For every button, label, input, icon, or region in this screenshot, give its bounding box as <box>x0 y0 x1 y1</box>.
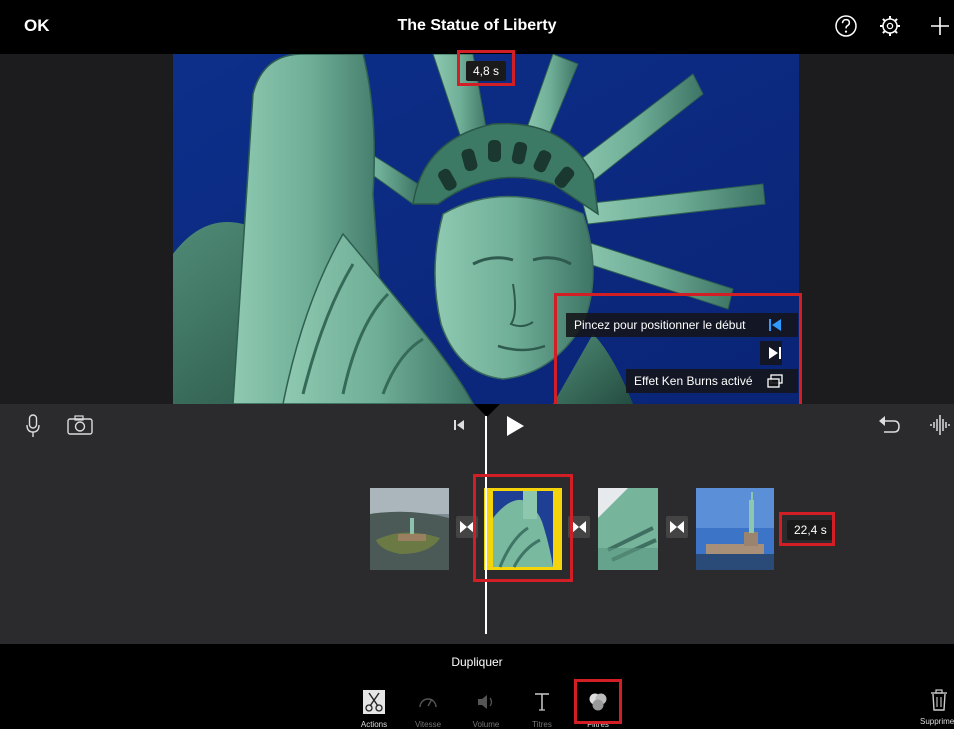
camera-icon[interactable] <box>66 414 94 436</box>
playhead-notch <box>474 404 500 417</box>
tool-titles[interactable]: Titres <box>512 690 572 729</box>
trash-icon <box>931 689 947 711</box>
delete-button[interactable]: Supprimer <box>920 688 954 726</box>
tool-speed-label: Vitesse <box>414 720 442 729</box>
tool-actions[interactable]: Actions <box>344 690 404 729</box>
highlight-box-time <box>457 50 515 86</box>
play-icon[interactable] <box>503 413 527 439</box>
transition-icon[interactable] <box>666 516 688 538</box>
speedometer-icon <box>419 698 437 708</box>
clip-thumbnail-tablet[interactable] <box>598 488 658 570</box>
highlight-box-filters <box>574 679 622 724</box>
tool-actions-label: Actions <box>360 720 388 729</box>
speaker-icon <box>478 695 493 709</box>
tool-volume-label: Volume <box>472 720 500 729</box>
tool-speed[interactable]: Vitesse <box>398 690 458 729</box>
highlight-box-duration <box>779 512 835 546</box>
clip-thumbnail-island[interactable] <box>370 488 449 570</box>
tool-titles-label: Titres <box>532 720 552 729</box>
highlight-box-selected-clip <box>473 474 573 582</box>
help-icon[interactable] <box>832 12 860 40</box>
bottom-toolbar: Dupliquer Actions Vitesse Volume Titres … <box>0 644 954 729</box>
audio-waveform-icon[interactable] <box>928 413 954 437</box>
tool-volume[interactable]: Volume <box>456 690 516 729</box>
video-preview: 4,8 s Pincez pour positionner le début E… <box>0 50 954 410</box>
add-icon[interactable] <box>926 12 954 40</box>
undo-icon[interactable] <box>876 413 902 437</box>
scissors-icon <box>363 690 385 714</box>
project-title: The Statue of Liberty <box>397 17 557 34</box>
skip-to-start-icon[interactable] <box>450 416 468 434</box>
timeline[interactable]: 22,4 s <box>0 404 954 644</box>
clip-thumbnail-statue-wide[interactable] <box>696 488 774 570</box>
text-icon <box>535 693 549 711</box>
highlight-box-tooltips <box>554 293 802 410</box>
action-context-label: Dupliquer <box>451 655 503 669</box>
top-bar: OK The Statue of Liberty <box>0 0 954 54</box>
delete-label: Supprimer <box>920 717 954 726</box>
microphone-icon[interactable] <box>23 413 43 439</box>
settings-icon[interactable] <box>876 12 904 40</box>
